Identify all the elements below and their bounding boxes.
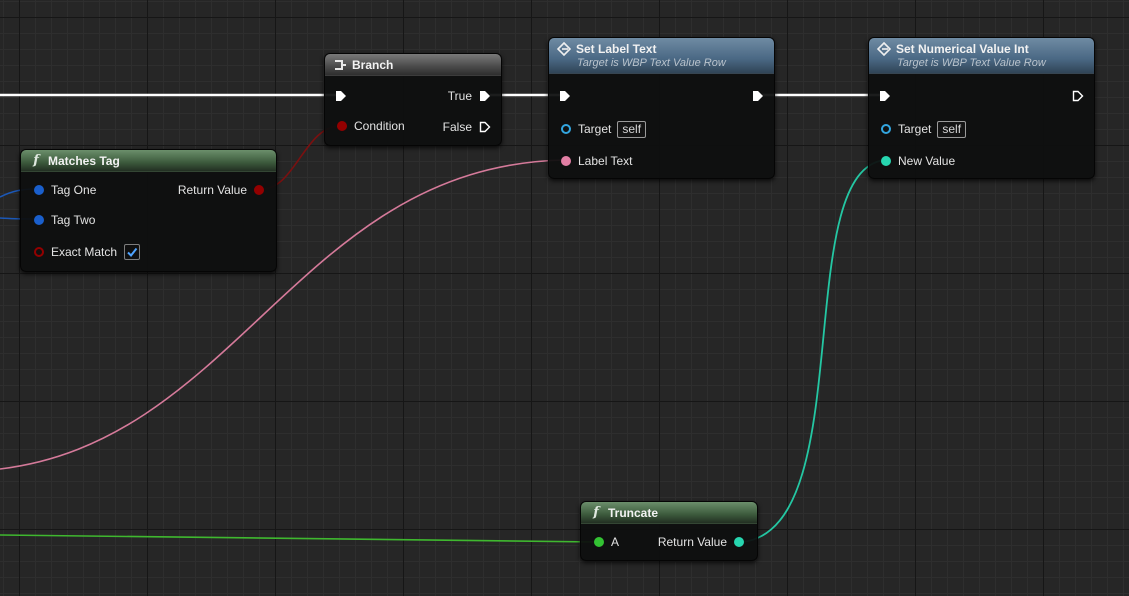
branch-exec-in-row: [335, 87, 347, 105]
truncate-header[interactable]: f Truncate: [581, 502, 757, 524]
target-self-field[interactable]: self: [617, 120, 647, 138]
set-label-text-header[interactable]: Set Label Text Target is WBP Text Value …: [549, 38, 774, 74]
function-icon: f: [593, 504, 599, 520]
set-numerical-target-row: Target self: [881, 120, 967, 138]
set-label-target-row: Target self: [561, 120, 647, 138]
set-numerical-value-int-subtitle: Target is WBP Text Value Row: [897, 57, 1046, 69]
tag-one-row: Tag One: [34, 181, 96, 199]
set-label-text-title: Set Label Text: [576, 42, 657, 56]
branch-icon: [335, 59, 346, 70]
tag-one-label: Tag One: [51, 183, 97, 197]
set-label-exec-out-row: [752, 87, 764, 105]
label-text-pin[interactable]: [561, 156, 571, 166]
exact-match-checkbox[interactable]: [124, 244, 141, 260]
true-exec-pin[interactable]: [479, 90, 491, 102]
set-label-exec-in-row: [559, 87, 571, 105]
matches-tag-node[interactable]: f Matches Tag Tag One Return Value Tag T…: [20, 149, 277, 272]
a-label: A: [611, 535, 620, 549]
truncate-return-row: Return Value: [658, 533, 744, 551]
return-value-label: Return Value: [177, 183, 247, 197]
label-text-row: Label Text: [561, 152, 633, 170]
set-numerical-value-int-header[interactable]: Set Numerical Value Int Target is WBP Te…: [869, 38, 1094, 74]
target-label: Target: [898, 122, 932, 136]
set-icon: [557, 42, 571, 56]
branch-false-row: False: [443, 118, 491, 136]
exact-match-pin[interactable]: [34, 247, 44, 257]
false-exec-pin[interactable]: [479, 121, 491, 133]
branch-true-row: True: [448, 87, 491, 105]
set-icon: [877, 42, 891, 56]
a-pin[interactable]: [594, 537, 604, 547]
set-numerical-exec-in-row: [879, 87, 891, 105]
true-label: True: [447, 89, 472, 103]
int-wire-truncate-to-new-value[interactable]: [741, 159, 886, 543]
branch-node-header[interactable]: Branch: [325, 54, 501, 76]
label-text-label: Label Text: [578, 154, 633, 168]
exec-out-pin[interactable]: [752, 90, 764, 102]
false-label: False: [442, 120, 472, 134]
return-value-row: Return Value: [178, 181, 264, 199]
tag-two-pin[interactable]: [34, 215, 44, 225]
check-icon: [127, 247, 138, 258]
matches-tag-title: Matches Tag: [48, 153, 120, 168]
set-numerical-value-int-node[interactable]: Set Numerical Value Int Target is WBP Te…: [868, 37, 1095, 179]
condition-pin[interactable]: [337, 121, 347, 131]
target-label: Target: [578, 122, 612, 136]
truncate-node[interactable]: f Truncate A Return Value: [580, 501, 758, 561]
target-self-field[interactable]: self: [937, 120, 967, 138]
tag-two-row: Tag Two: [34, 211, 95, 229]
tag-two-label: Tag Two: [51, 213, 96, 227]
float-wire-into-truncate[interactable]: [0, 534, 599, 543]
exec-in-pin[interactable]: [335, 90, 347, 102]
return-value-pin[interactable]: [254, 185, 264, 195]
new-value-pin[interactable]: [881, 156, 891, 166]
truncate-title: Truncate: [608, 505, 659, 520]
set-label-text-node[interactable]: Set Label Text Target is WBP Text Value …: [548, 37, 775, 179]
condition-label: Condition: [354, 119, 405, 133]
branch-title: Branch: [352, 57, 394, 72]
return-value-label: Return Value: [657, 535, 727, 549]
tag-one-pin[interactable]: [34, 185, 44, 195]
set-label-text-subtitle: Target is WBP Text Value Row: [577, 57, 726, 69]
set-numerical-value-int-title: Set Numerical Value Int: [896, 42, 1029, 56]
branch-condition-row: Condition: [337, 117, 405, 135]
function-icon: f: [33, 152, 39, 168]
exec-in-pin[interactable]: [559, 90, 571, 102]
exec-out-pin-unconnected[interactable]: [1072, 90, 1084, 102]
new-value-row: New Value: [881, 152, 955, 170]
matches-tag-header[interactable]: f Matches Tag: [21, 150, 276, 172]
new-value-label: New Value: [898, 154, 956, 168]
exact-match-label: Exact Match: [51, 245, 118, 259]
exec-in-pin[interactable]: [879, 90, 891, 102]
target-pin[interactable]: [561, 124, 571, 134]
exact-match-row: Exact Match: [34, 243, 141, 261]
target-pin[interactable]: [881, 124, 891, 134]
truncate-a-row: A: [594, 533, 619, 551]
set-numerical-exec-out-row: [1072, 87, 1084, 105]
branch-node[interactable]: Branch True Condition False: [324, 53, 502, 146]
return-value-pin[interactable]: [734, 537, 744, 547]
